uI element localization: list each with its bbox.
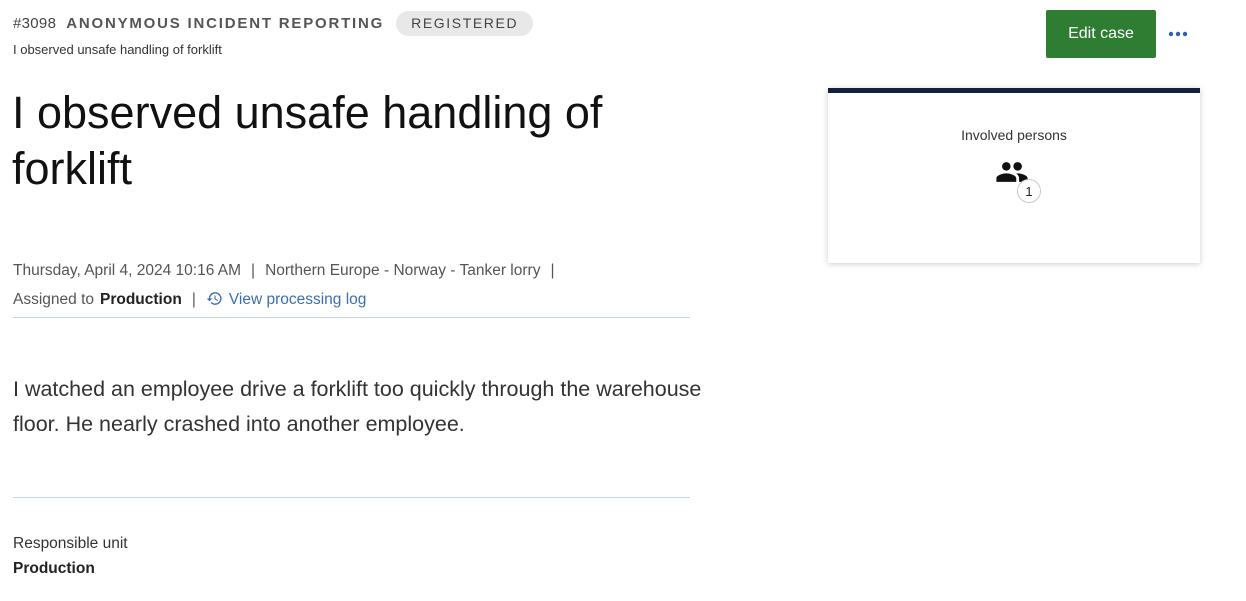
- responsible-unit-label: Responsible unit: [13, 535, 128, 552]
- case-meta: Thursday, April 4, 2024 10:16 AM | Norther…: [13, 256, 703, 314]
- case-id: #3098: [13, 15, 57, 32]
- case-header: #3098 ANONYMOUS INCIDENT REPORTING REGIS…: [13, 11, 534, 36]
- case-description: I watched an employee drive a forklift t…: [13, 377, 702, 436]
- view-processing-log-label: View processing log: [228, 291, 367, 308]
- involved-persons-count: 1: [1017, 179, 1041, 203]
- assigned-label: Assigned to: [13, 291, 94, 308]
- case-datetime: Thursday, April 4, 2024 10:16 AM: [13, 262, 242, 279]
- view-processing-log-link[interactable]: View processing log: [206, 291, 367, 308]
- involved-persons-label: Involved persons: [961, 127, 1067, 143]
- responsible-unit-value: Production: [13, 560, 95, 577]
- history-icon: [206, 292, 222, 305]
- status-badge: REGISTERED: [396, 11, 534, 36]
- case-location: Northern Europe - Norway - Tanker lorry: [265, 262, 541, 279]
- divider: [13, 317, 690, 318]
- meta-separator: |: [251, 262, 256, 279]
- meta-separator: |: [191, 291, 196, 308]
- more-horizontal-icon: [1168, 31, 1188, 37]
- meta-separator: |: [550, 262, 555, 279]
- case-subtitle: I observed unsafe handling of forklift: [13, 42, 222, 57]
- more-options-button[interactable]: [1162, 18, 1194, 50]
- involved-persons-card[interactable]: Involved persons 1: [828, 88, 1200, 263]
- page-title: I observed unsafe handling of forklift: [12, 87, 603, 194]
- assigned-value: Production: [100, 291, 182, 308]
- edit-case-button[interactable]: Edit case: [1046, 10, 1156, 58]
- divider: [13, 497, 690, 498]
- case-type: ANONYMOUS INCIDENT REPORTING: [66, 15, 385, 32]
